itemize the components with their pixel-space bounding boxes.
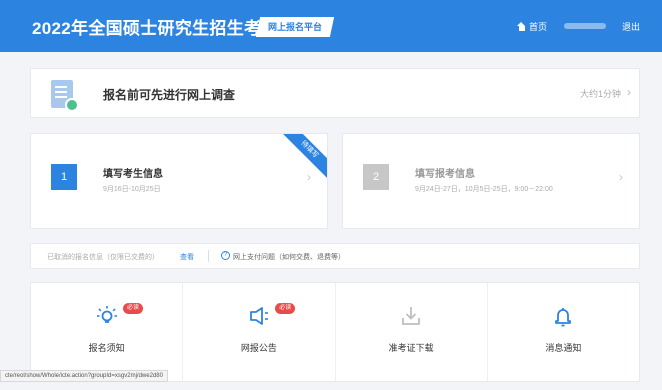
- home-label: 首页: [529, 22, 548, 32]
- status-ribbon: 待填写: [275, 134, 327, 184]
- required-badge: 必读: [275, 303, 296, 314]
- view-cancelled-link[interactable]: 查看: [180, 252, 194, 262]
- quick-link-label: 准考证下载: [388, 343, 434, 353]
- step-number: 2: [363, 164, 389, 190]
- chevron-right-icon: ›: [627, 85, 631, 99]
- top-header: 2022年全国硕士研究生招生考试 网上报名平台 首页 退出: [0, 0, 662, 52]
- quick-link-label: 消息通知: [545, 343, 582, 353]
- payment-help-link[interactable]: 网上支付问题（如何交费、退费等）: [233, 252, 345, 262]
- quick-link-label: 网报公告: [240, 343, 277, 353]
- cancelled-info-text: 已取消的报名信息（仅限已交费的）: [47, 254, 159, 261]
- step-title: 填写报考信息: [415, 169, 475, 180]
- platform-badge: 网上报名平台: [255, 17, 335, 37]
- step-date: 9月24日-27日，10月5日-25日，9:00－22:00: [415, 186, 553, 193]
- download-icon: [402, 307, 421, 325]
- help-icon: ?: [221, 251, 230, 260]
- home-link[interactable]: 首页: [517, 20, 547, 33]
- step-date: 9月16日-10月25日: [103, 186, 161, 193]
- step-number: 1: [51, 164, 77, 190]
- chevron-right-icon: ›: [307, 170, 311, 184]
- required-badge: 必读: [123, 303, 144, 314]
- step-card-application-info[interactable]: 2 填写报考信息 9月24日-27日，10月5日-25日，9:00－22:00 …: [342, 133, 640, 229]
- quick-link-messages[interactable]: 消息通知: [488, 283, 639, 381]
- quick-link-label: 报名须知: [88, 343, 125, 353]
- step-title: 填写考生信息: [103, 169, 163, 180]
- home-icon: [517, 22, 526, 31]
- chevron-right-icon: ›: [619, 170, 623, 184]
- survey-text: 报名前可先进行网上调查: [103, 88, 236, 102]
- megaphone-icon: [249, 307, 268, 325]
- quick-link-notice[interactable]: 必读 报名须知: [31, 283, 184, 381]
- info-strip: 已取消的报名信息（仅限已交费的） 查看 ? 网上支付问题（如何交费、退费等）: [30, 243, 640, 269]
- divider: [208, 250, 209, 262]
- browser-status-url: cte/reol/show/Whole/icte.action?groupId=…: [0, 370, 168, 382]
- logout-link[interactable]: 退出: [622, 20, 640, 33]
- bulb-icon: [96, 306, 117, 323]
- step-card-candidate-info[interactable]: 1 填写考生信息 9月16日-10月25日 › 待填写: [30, 133, 328, 229]
- page-title: 2022年全国硕士研究生招生考试: [32, 19, 279, 38]
- platform-badge-label: 网上报名平台: [268, 22, 323, 32]
- user-name-blurred: [564, 23, 606, 29]
- quick-links-grid: 必读 报名须知 必读 网报公告 准考证下载 消息通知: [30, 282, 640, 382]
- bell-icon: [555, 308, 572, 327]
- survey-duration: 大约1分钟: [579, 89, 621, 99]
- quick-link-announcement[interactable]: 必读 网报公告: [183, 283, 336, 381]
- survey-document-icon: [51, 80, 79, 112]
- survey-banner[interactable]: 报名前可先进行网上调查 大约1分钟 ›: [30, 68, 640, 118]
- quick-link-admission-ticket[interactable]: 准考证下载: [336, 283, 488, 381]
